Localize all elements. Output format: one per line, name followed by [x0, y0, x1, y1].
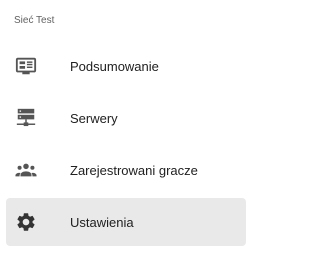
dashboard-monitor-icon: [14, 54, 38, 78]
sidebar-item-summary[interactable]: Podsumowanie: [6, 42, 246, 90]
sidebar-item-label: Zarejestrowani gracze: [70, 163, 198, 178]
sidebar-item-label: Ustawienia: [70, 215, 134, 230]
sidebar-item-settings[interactable]: Ustawienia: [6, 198, 246, 246]
servers-icon: [14, 106, 38, 130]
sidebar-nav: Podsumowanie Serwery Zarejestrowani grac…: [6, 42, 246, 250]
sidebar-item-label: Podsumowanie: [70, 59, 159, 74]
people-group-icon: [14, 158, 38, 182]
section-title: Sieć Test: [14, 15, 55, 26]
sidebar-item-label: Serwery: [70, 111, 118, 126]
sidebar-item-servers[interactable]: Serwery: [6, 94, 246, 142]
gear-icon: [14, 210, 38, 234]
sidebar-item-registered-players[interactable]: Zarejestrowani gracze: [6, 146, 246, 194]
